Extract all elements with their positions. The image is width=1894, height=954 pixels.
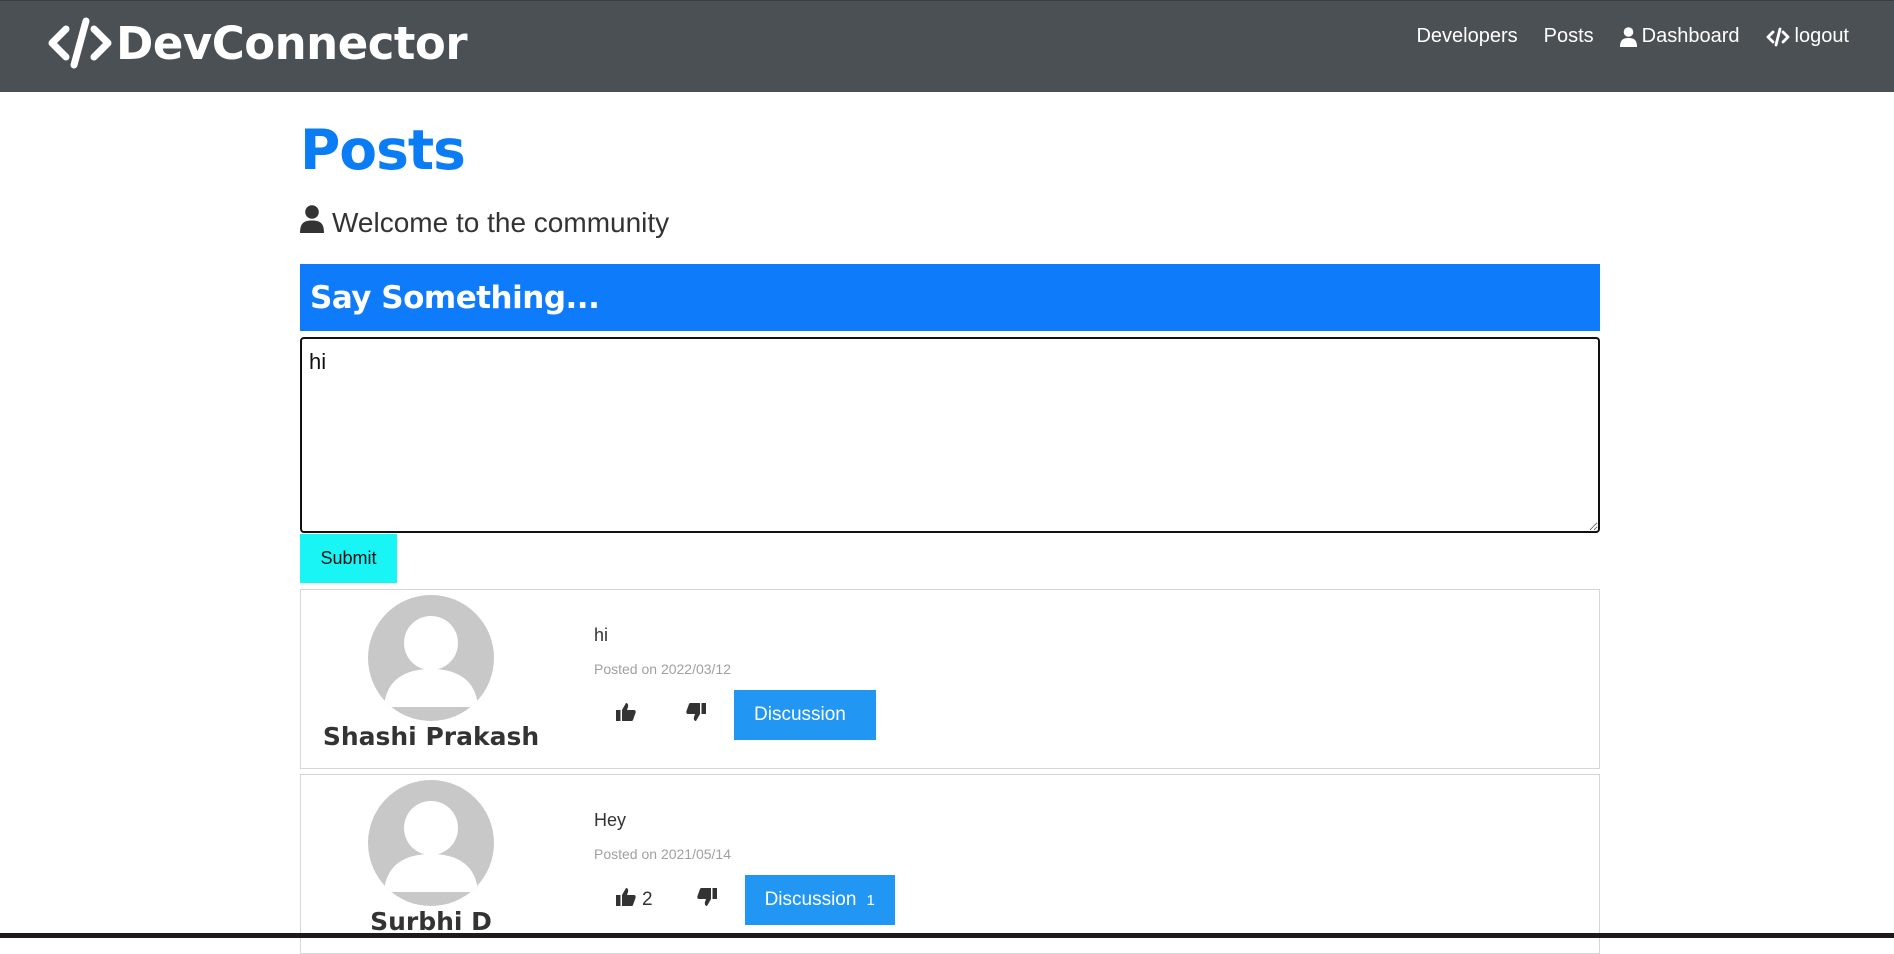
brand-link[interactable]: DevConnector xyxy=(48,15,468,71)
page-title: Posts xyxy=(300,118,466,182)
like-button[interactable] xyxy=(594,690,664,740)
nav-logout[interactable]: logout xyxy=(1766,25,1850,48)
navbar: DevConnector Developers Posts Dashboard xyxy=(0,0,1894,92)
lead-label: Welcome to the community xyxy=(332,206,670,238)
post-form-header: Say Something... xyxy=(300,264,1600,331)
post-item: Surbhi D Hey Posted on 2021/05/14 2 Disc… xyxy=(300,774,1600,954)
post-text: Hey xyxy=(594,810,627,830)
unlike-button[interactable] xyxy=(675,875,739,925)
nav-links: Developers Posts Dashboard logout xyxy=(1416,25,1849,48)
like-count: 2 xyxy=(642,889,653,910)
user-icon xyxy=(1619,26,1637,47)
post-actions: Discussion xyxy=(594,690,876,740)
author-name: Shashi Prakash xyxy=(322,722,540,751)
taskbar-edge xyxy=(0,933,1894,938)
post-textarea[interactable]: hi xyxy=(300,337,1600,533)
author-name: Surbhi D xyxy=(370,907,492,936)
post-text: hi xyxy=(594,625,609,645)
nav-dashboard[interactable]: Dashboard xyxy=(1619,25,1740,48)
post-form-title: Say Something... xyxy=(310,279,600,316)
discussion-label: Discussion xyxy=(764,889,857,910)
comment-count: 1 xyxy=(866,891,875,909)
thumbs-up-icon xyxy=(616,702,636,728)
code-icon xyxy=(1766,27,1790,47)
discussion-button[interactable]: Discussion 1 xyxy=(744,875,895,925)
post-actions: 2 Discussion 1 xyxy=(594,875,895,925)
post-item: Shashi Prakash hi Posted on 2022/03/12 D… xyxy=(300,589,1600,769)
user-icon xyxy=(300,205,324,240)
nav-developers[interactable]: Developers xyxy=(1416,25,1517,48)
avatar xyxy=(368,780,494,906)
submit-button[interactable]: Submit xyxy=(300,534,397,583)
thumbs-up-icon xyxy=(616,887,636,913)
discussion-label: Discussion xyxy=(754,704,846,725)
like-button[interactable]: 2 xyxy=(594,875,675,925)
nav-posts[interactable]: Posts xyxy=(1544,25,1594,48)
code-icon xyxy=(48,15,112,71)
post-date: Posted on 2022/03/12 xyxy=(594,661,732,677)
nav-logout-label: logout xyxy=(1794,25,1850,47)
discussion-button[interactable]: Discussion xyxy=(734,690,876,740)
post-date: Posted on 2021/05/14 xyxy=(594,846,732,862)
thumbs-down-icon xyxy=(686,702,706,728)
nav-dashboard-label: Dashboard xyxy=(1641,25,1740,47)
brand-name: DevConnector xyxy=(116,16,468,70)
unlike-button[interactable] xyxy=(664,690,728,740)
avatar xyxy=(368,595,494,721)
lead-text: Welcome to the community xyxy=(300,205,669,240)
thumbs-down-icon xyxy=(696,887,717,913)
